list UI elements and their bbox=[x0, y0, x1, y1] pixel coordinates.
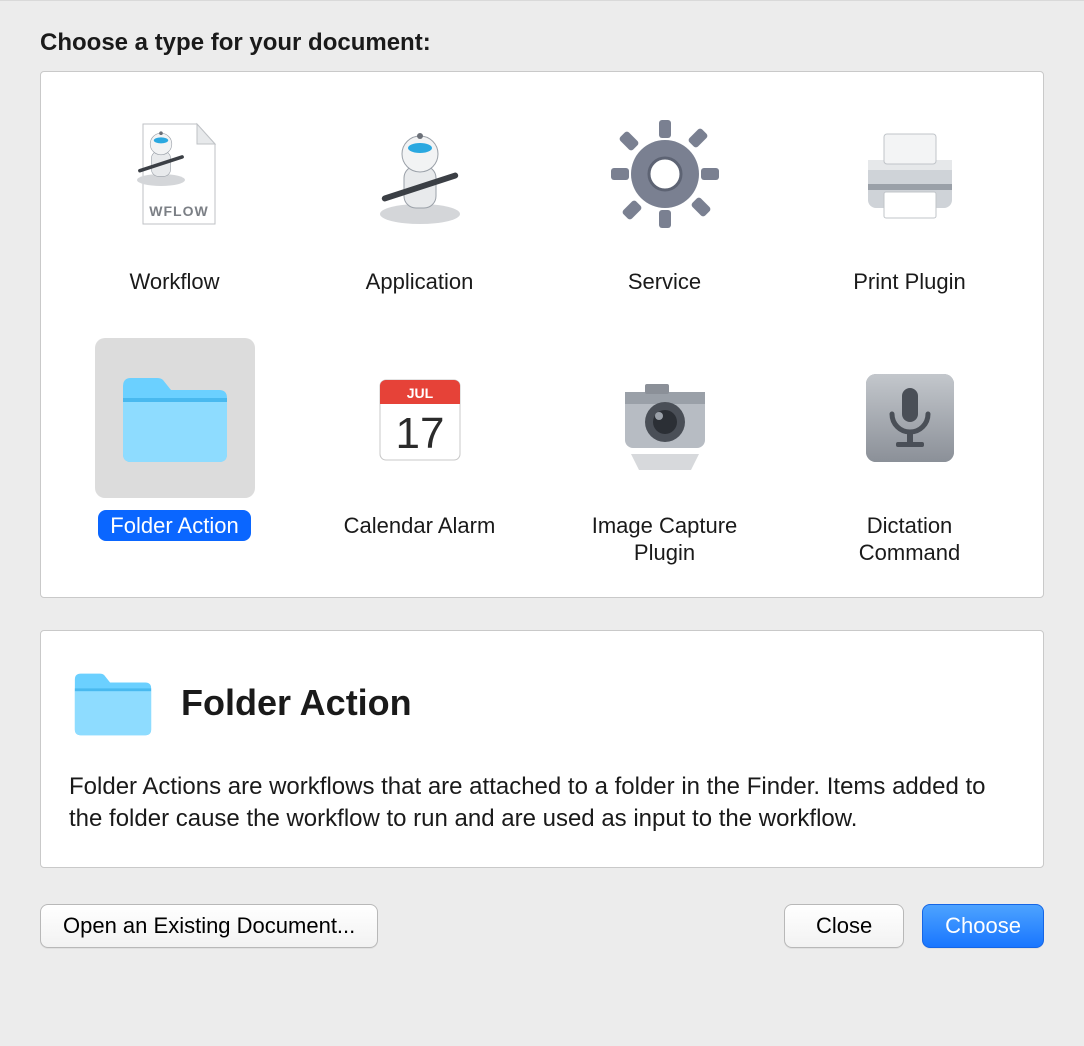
type-application[interactable]: Application bbox=[320, 94, 520, 298]
type-label: Folder Action bbox=[98, 510, 250, 542]
type-grid: Workflow Application Service Print Plugi… bbox=[65, 94, 1019, 569]
type-workflow[interactable]: Workflow bbox=[75, 94, 275, 298]
type-print-plugin[interactable]: Print Plugin bbox=[810, 94, 1010, 298]
description-panel: Folder Action Folder Actions are workflo… bbox=[40, 630, 1044, 869]
type-label: Dictation Command bbox=[810, 510, 1010, 569]
type-label: Application bbox=[354, 266, 486, 298]
description-icon bbox=[69, 659, 157, 747]
type-label: Image Capture Plugin bbox=[565, 510, 765, 569]
dictation-command-icon bbox=[830, 338, 990, 498]
prompt-title: Choose a type for your document: bbox=[40, 29, 1044, 57]
type-label: Print Plugin bbox=[841, 266, 978, 298]
description-title: Folder Action bbox=[181, 682, 412, 724]
close-button[interactable]: Close bbox=[784, 904, 904, 948]
application-icon bbox=[340, 94, 500, 254]
description-text: Folder Actions are workflows that are at… bbox=[69, 771, 1015, 836]
type-folder-action[interactable]: Folder Action bbox=[75, 338, 275, 569]
image-capture-plugin-icon bbox=[585, 338, 745, 498]
type-calendar-alarm[interactable]: Calendar Alarm bbox=[320, 338, 520, 569]
type-label: Calendar Alarm bbox=[332, 510, 508, 542]
type-label: Workflow bbox=[117, 266, 231, 298]
type-service[interactable]: Service bbox=[565, 94, 765, 298]
document-type-sheet: Choose a type for your document: Workflo… bbox=[0, 0, 1084, 1046]
service-icon bbox=[585, 94, 745, 254]
calendar-alarm-icon bbox=[340, 338, 500, 498]
button-row: Open an Existing Document... Close Choos… bbox=[40, 904, 1044, 948]
workflow-icon bbox=[95, 94, 255, 254]
type-grid-container: Workflow Application Service Print Plugi… bbox=[40, 71, 1044, 598]
open-existing-button[interactable]: Open an Existing Document... bbox=[40, 904, 378, 948]
type-image-capture-plugin[interactable]: Image Capture Plugin bbox=[565, 338, 765, 569]
choose-button[interactable]: Choose bbox=[922, 904, 1044, 948]
print-plugin-icon bbox=[830, 94, 990, 254]
folder-action-icon bbox=[95, 338, 255, 498]
type-label: Service bbox=[616, 266, 713, 298]
type-dictation-command[interactable]: Dictation Command bbox=[810, 338, 1010, 569]
